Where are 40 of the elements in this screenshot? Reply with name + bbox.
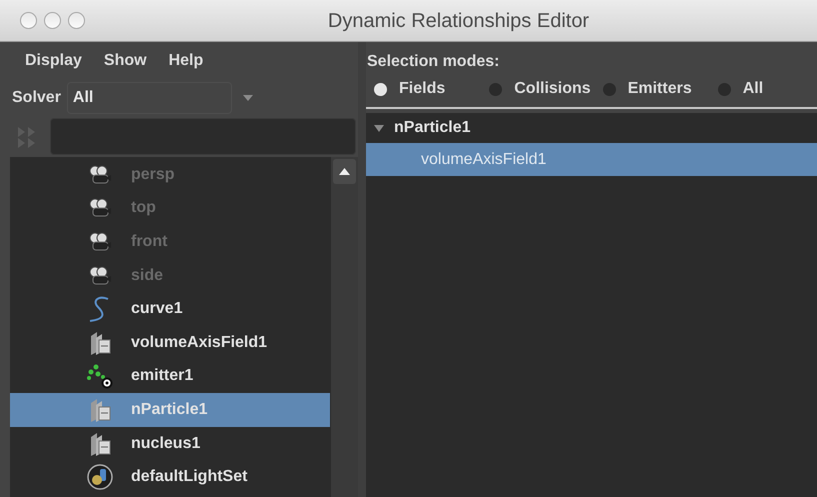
camera-icon bbox=[88, 164, 112, 186]
light-set-icon bbox=[87, 464, 113, 490]
menu-item[interactable]: Display bbox=[25, 49, 82, 73]
solver-label: Solver bbox=[12, 88, 61, 108]
node-stack-icon bbox=[89, 330, 111, 356]
selection-modes-label: Selection modes: bbox=[367, 52, 500, 72]
outliner-item[interactable]: emitter1 bbox=[10, 360, 330, 394]
window-control-button[interactable] bbox=[20, 12, 37, 29]
menu-item[interactable]: Show bbox=[104, 49, 147, 73]
window-title: Dynamic Relationships Editor bbox=[328, 8, 590, 34]
window-control-button[interactable] bbox=[44, 12, 61, 29]
radio-option[interactable]: Collisions bbox=[489, 77, 591, 101]
tree-item[interactable]: nParticle1 bbox=[366, 113, 817, 143]
camera-icon bbox=[88, 264, 112, 287]
radio-button[interactable] bbox=[602, 82, 616, 96]
outliner-item[interactable]: volumeAxisField1 bbox=[10, 326, 330, 360]
splitter-handle[interactable] bbox=[358, 42, 366, 497]
caret-icon[interactable] bbox=[242, 94, 254, 102]
radio-button[interactable] bbox=[718, 82, 731, 96]
particle-emitter-icon bbox=[86, 363, 114, 390]
radio-option[interactable]: Emitters bbox=[602, 77, 692, 101]
menu-item[interactable]: Help bbox=[168, 49, 204, 73]
filter-field[interactable] bbox=[50, 118, 356, 155]
outliner-item[interactable]: nucleus1 bbox=[10, 426, 330, 460]
radio-button[interactable] bbox=[374, 82, 387, 96]
expand-arrow-icon[interactable] bbox=[374, 124, 384, 132]
scroll-up-button[interactable] bbox=[333, 159, 356, 184]
node-stack-icon bbox=[89, 396, 111, 423]
arrow-up-icon bbox=[339, 168, 350, 175]
node-stack-icon bbox=[89, 430, 111, 457]
solver-dropdown[interactable]: All bbox=[66, 82, 232, 114]
outliner-item[interactable]: defaultLightSet bbox=[10, 460, 330, 494]
camera-icon bbox=[88, 197, 112, 220]
radio-option[interactable]: All bbox=[718, 77, 764, 101]
radio-option[interactable]: Fields bbox=[374, 77, 446, 101]
outliner-item[interactable]: curve1 bbox=[10, 292, 330, 326]
scrollbar[interactable] bbox=[331, 157, 358, 497]
camera-icon bbox=[88, 230, 112, 253]
window-control-button[interactable] bbox=[68, 12, 85, 29]
radio-button[interactable] bbox=[489, 82, 502, 96]
